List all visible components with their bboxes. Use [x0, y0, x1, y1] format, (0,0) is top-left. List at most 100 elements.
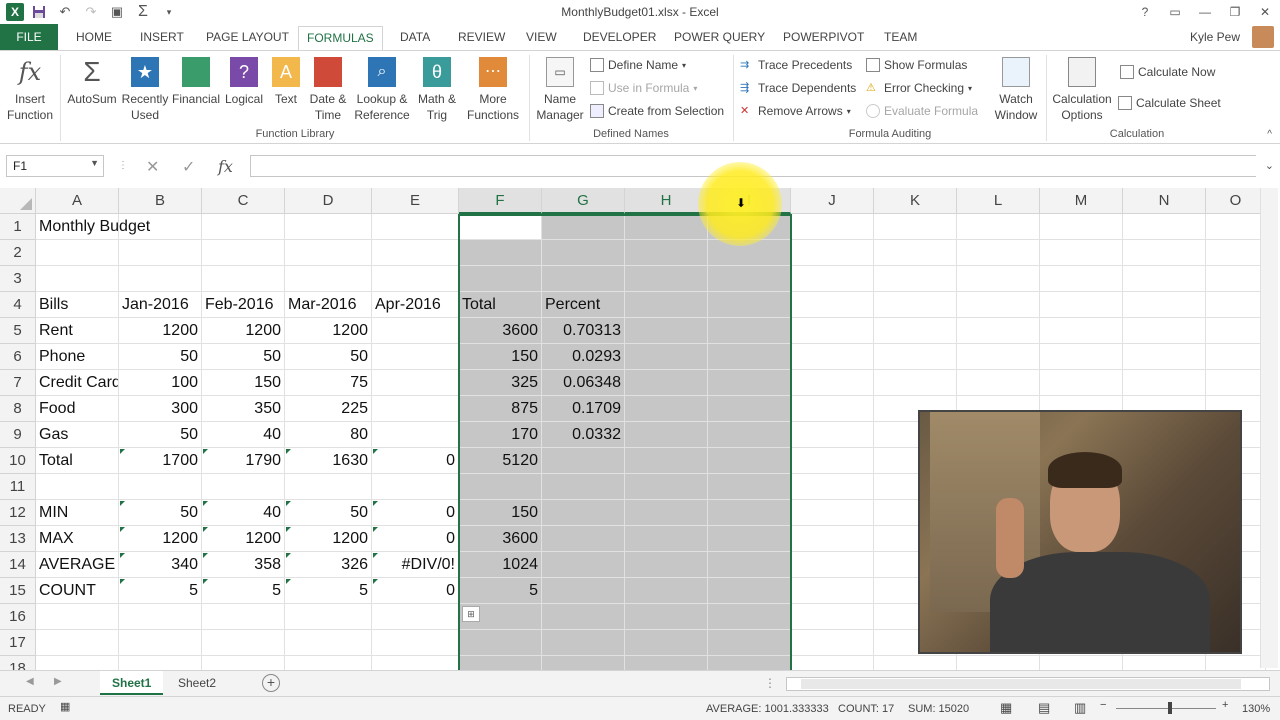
- cell-h3[interactable]: [625, 266, 708, 292]
- cell-b15[interactable]: 5: [119, 578, 202, 604]
- cell-b13[interactable]: 1200: [119, 526, 202, 552]
- cell-d5[interactable]: 1200: [285, 318, 372, 344]
- row-header-3[interactable]: 3: [0, 266, 36, 292]
- cell-e9[interactable]: [372, 422, 459, 448]
- remove-arrows-button[interactable]: ✕ Remove Arrows ▾: [740, 104, 851, 118]
- column-header-f[interactable]: F: [459, 188, 542, 214]
- cell-d7[interactable]: 75: [285, 370, 372, 396]
- cell-o3[interactable]: [1206, 266, 1266, 292]
- cell-f1[interactable]: [459, 214, 542, 240]
- error-indicator-icon[interactable]: [203, 449, 208, 454]
- sum-icon[interactable]: Σ: [132, 2, 154, 22]
- cell-i4[interactable]: [708, 292, 791, 318]
- cell-g7[interactable]: 0.06348: [542, 370, 625, 396]
- zoom-in-icon[interactable]: +: [1222, 699, 1228, 711]
- cell-i16[interactable]: [708, 604, 791, 630]
- cell-j14[interactable]: [791, 552, 874, 578]
- name-box[interactable]: F1 ▼: [6, 155, 104, 177]
- close-icon[interactable]: ✕: [1250, 0, 1280, 24]
- cell-g16[interactable]: [542, 604, 625, 630]
- calculation-options-button[interactable]: Calculation Options: [1050, 57, 1114, 123]
- watch-window-button[interactable]: Watch Window: [988, 57, 1044, 123]
- sheet-tab-sheet1[interactable]: Sheet1: [100, 671, 164, 695]
- cell-i7[interactable]: [708, 370, 791, 396]
- cell-f5[interactable]: 3600: [459, 318, 542, 344]
- cell-g12[interactable]: [542, 500, 625, 526]
- trace-precedents-button[interactable]: ⇉ Trace Precedents: [740, 58, 852, 72]
- cell-d9[interactable]: 80: [285, 422, 372, 448]
- cell-f9[interactable]: 170: [459, 422, 542, 448]
- column-header-l[interactable]: L: [957, 188, 1040, 214]
- cell-c4[interactable]: Feb-2016: [202, 292, 285, 318]
- show-formulas-button[interactable]: Show Formulas: [866, 58, 967, 72]
- paste-options-icon[interactable]: ⊞: [462, 606, 480, 622]
- cell-d1[interactable]: [285, 214, 372, 240]
- cell-h9[interactable]: [625, 422, 708, 448]
- cell-h15[interactable]: [625, 578, 708, 604]
- row-header-13[interactable]: 13: [0, 526, 36, 552]
- cell-k3[interactable]: [874, 266, 957, 292]
- cell-h11[interactable]: [625, 474, 708, 500]
- cell-i9[interactable]: [708, 422, 791, 448]
- cell-i6[interactable]: [708, 344, 791, 370]
- cell-g8[interactable]: 0.1709: [542, 396, 625, 422]
- tab-developer[interactable]: DEVELOPER: [575, 28, 664, 50]
- cell-j12[interactable]: [791, 500, 874, 526]
- date-time-button[interactable]: Date & Time: [304, 57, 352, 123]
- cell-b17[interactable]: [119, 630, 202, 656]
- cell-n2[interactable]: [1123, 240, 1206, 266]
- row-header-5[interactable]: 5: [0, 318, 36, 344]
- sheet-tab-sheet2[interactable]: Sheet2: [166, 671, 228, 695]
- cell-f14[interactable]: 1024: [459, 552, 542, 578]
- cell-e8[interactable]: [372, 396, 459, 422]
- row-header-11[interactable]: 11: [0, 474, 36, 500]
- cell-j7[interactable]: [791, 370, 874, 396]
- cell-c2[interactable]: [202, 240, 285, 266]
- undo-icon[interactable]: ↶: [54, 2, 76, 22]
- cell-d3[interactable]: [285, 266, 372, 292]
- row-header-1[interactable]: 1: [0, 214, 36, 240]
- row-header-2[interactable]: 2: [0, 240, 36, 266]
- tab-powerpivot[interactable]: POWERPIVOT: [775, 28, 872, 50]
- cell-c17[interactable]: [202, 630, 285, 656]
- recently-used-button[interactable]: ★ Recently Used: [120, 57, 170, 123]
- minimize-icon[interactable]: —: [1190, 0, 1220, 24]
- formula-bar-handle-icon[interactable]: ⋮: [118, 160, 128, 171]
- cell-f17[interactable]: [459, 630, 542, 656]
- column-header-b[interactable]: B: [119, 188, 202, 214]
- cell-c11[interactable]: [202, 474, 285, 500]
- zoom-level[interactable]: 130%: [1242, 703, 1270, 715]
- cell-c16[interactable]: [202, 604, 285, 630]
- cell-c8[interactable]: 350: [202, 396, 285, 422]
- error-indicator-icon[interactable]: [286, 527, 291, 532]
- row-header-14[interactable]: 14: [0, 552, 36, 578]
- user-name[interactable]: Kyle Pew: [1190, 30, 1240, 44]
- cell-a16[interactable]: [36, 604, 119, 630]
- cell-d14[interactable]: 326: [285, 552, 372, 578]
- cell-e12[interactable]: 0: [372, 500, 459, 526]
- cell-g1[interactable]: [542, 214, 625, 240]
- cell-e17[interactable]: [372, 630, 459, 656]
- help-icon[interactable]: ?: [1130, 0, 1160, 24]
- cell-b2[interactable]: [119, 240, 202, 266]
- cell-l3[interactable]: [957, 266, 1040, 292]
- cell-n4[interactable]: [1123, 292, 1206, 318]
- tab-power-query[interactable]: POWER QUERY: [666, 28, 773, 50]
- cell-f11[interactable]: [459, 474, 542, 500]
- cell-c6[interactable]: 50: [202, 344, 285, 370]
- cell-c15[interactable]: 5: [202, 578, 285, 604]
- cell-i18[interactable]: [708, 656, 791, 670]
- tab-insert[interactable]: INSERT: [132, 28, 192, 50]
- cell-d15[interactable]: 5: [285, 578, 372, 604]
- cell-m1[interactable]: [1040, 214, 1123, 240]
- add-sheet-icon[interactable]: +: [262, 674, 280, 692]
- cell-c18[interactable]: [202, 656, 285, 670]
- cell-c5[interactable]: 1200: [202, 318, 285, 344]
- cell-f6[interactable]: 150: [459, 344, 542, 370]
- cell-h16[interactable]: [625, 604, 708, 630]
- cell-h6[interactable]: [625, 344, 708, 370]
- cell-j16[interactable]: [791, 604, 874, 630]
- cell-b10[interactable]: 1700: [119, 448, 202, 474]
- cell-h14[interactable]: [625, 552, 708, 578]
- cell-g4[interactable]: Percent: [542, 292, 625, 318]
